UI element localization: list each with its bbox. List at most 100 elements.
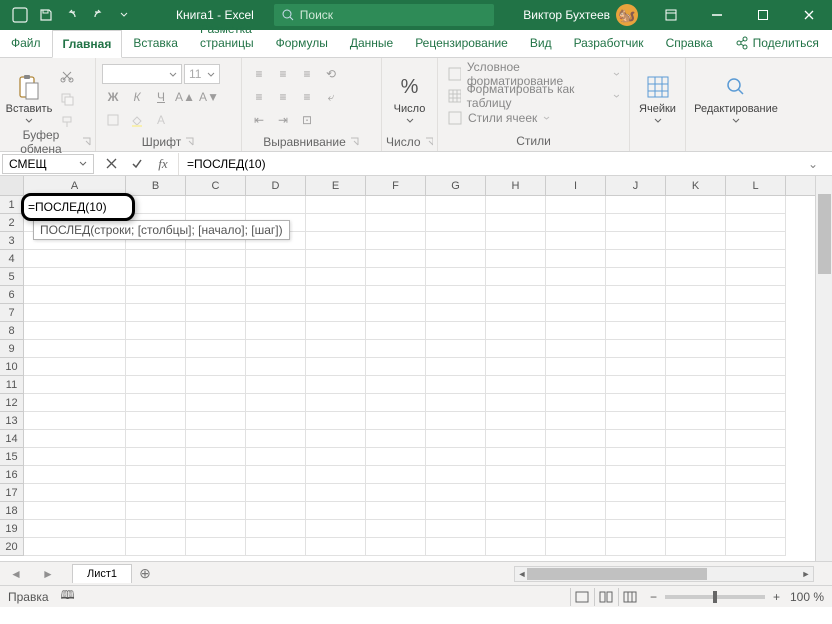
col-header[interactable]: B — [126, 176, 186, 195]
cell[interactable] — [366, 394, 426, 412]
font-size-select[interactable]: 11 — [184, 64, 220, 84]
cell[interactable] — [486, 322, 546, 340]
cell[interactable] — [486, 484, 546, 502]
cell[interactable] — [726, 502, 786, 520]
decrease-font-icon[interactable]: A▼ — [198, 87, 220, 107]
increase-font-icon[interactable]: A▲ — [174, 87, 196, 107]
cell[interactable] — [606, 394, 666, 412]
cell[interactable] — [366, 448, 426, 466]
cell[interactable] — [24, 520, 126, 538]
cell[interactable] — [306, 538, 366, 556]
tab-developer[interactable]: Разработчик — [563, 29, 655, 57]
row-header[interactable]: 15 — [0, 448, 23, 466]
normal-view-icon[interactable] — [570, 588, 594, 606]
cell[interactable] — [126, 394, 186, 412]
align-middle-icon[interactable]: ≡ — [272, 64, 294, 84]
cell[interactable] — [246, 484, 306, 502]
cell[interactable] — [666, 484, 726, 502]
cell[interactable] — [546, 502, 606, 520]
cell[interactable] — [366, 466, 426, 484]
cell[interactable] — [546, 484, 606, 502]
cell[interactable] — [246, 466, 306, 484]
cell[interactable] — [666, 448, 726, 466]
cell[interactable] — [246, 322, 306, 340]
cell[interactable] — [606, 340, 666, 358]
cell[interactable] — [726, 196, 786, 214]
cell[interactable] — [186, 412, 246, 430]
cell[interactable] — [426, 538, 486, 556]
font-name-select[interactable] — [102, 64, 182, 84]
cell[interactable] — [606, 322, 666, 340]
cell[interactable] — [426, 196, 486, 214]
col-header[interactable]: C — [186, 176, 246, 195]
cell[interactable] — [24, 484, 126, 502]
insert-function-button[interactable]: fx — [150, 153, 176, 175]
cell[interactable] — [366, 412, 426, 430]
cell[interactable] — [666, 376, 726, 394]
cell[interactable] — [186, 484, 246, 502]
active-cell[interactable]: =ПОСЛЕД(10) — [21, 193, 135, 221]
redo-icon[interactable] — [86, 3, 110, 27]
cell[interactable] — [606, 520, 666, 538]
cell[interactable] — [606, 538, 666, 556]
cell[interactable] — [426, 502, 486, 520]
cell[interactable] — [186, 268, 246, 286]
cell[interactable] — [606, 232, 666, 250]
page-break-view-icon[interactable] — [618, 588, 642, 606]
cell[interactable] — [366, 502, 426, 520]
scroll-right-icon[interactable]: ► — [799, 567, 813, 581]
cell[interactable] — [546, 304, 606, 322]
cell[interactable] — [186, 448, 246, 466]
row-header[interactable]: 4 — [0, 250, 23, 268]
number-format-button[interactable]: % Число — [386, 62, 433, 134]
cell[interactable] — [306, 412, 366, 430]
cell[interactable] — [666, 538, 726, 556]
cell[interactable] — [666, 520, 726, 538]
cell[interactable] — [546, 268, 606, 286]
cell[interactable] — [726, 430, 786, 448]
col-header[interactable]: J — [606, 176, 666, 195]
cell[interactable] — [486, 376, 546, 394]
cell[interactable] — [186, 430, 246, 448]
font-color-icon[interactable]: A — [150, 110, 172, 130]
cell[interactable] — [486, 394, 546, 412]
row-header[interactable]: 12 — [0, 394, 23, 412]
cell[interactable] — [186, 196, 246, 214]
cell[interactable] — [24, 286, 126, 304]
cell[interactable] — [666, 250, 726, 268]
cell[interactable] — [546, 214, 606, 232]
row-header[interactable]: 10 — [0, 358, 23, 376]
fill-color-icon[interactable] — [126, 110, 148, 130]
zoom-out-button[interactable]: − — [650, 590, 657, 604]
sheet-nav-next[interactable]: ► — [32, 567, 64, 581]
tab-review[interactable]: Рецензирование — [404, 29, 519, 57]
cell[interactable] — [546, 196, 606, 214]
cell[interactable] — [486, 340, 546, 358]
cell[interactable] — [186, 358, 246, 376]
cell[interactable] — [486, 448, 546, 466]
row-header[interactable]: 1 — [0, 196, 23, 214]
cell[interactable] — [24, 376, 126, 394]
cell[interactable] — [24, 394, 126, 412]
cell[interactable] — [546, 232, 606, 250]
cell[interactable] — [666, 214, 726, 232]
cell[interactable] — [546, 430, 606, 448]
cell[interactable] — [24, 358, 126, 376]
sheet-nav-prev[interactable]: ◄ — [0, 567, 32, 581]
formula-bar-input[interactable]: =ПОСЛЕД(10)⌄ — [179, 157, 832, 171]
cell[interactable] — [426, 484, 486, 502]
zoom-slider[interactable] — [665, 595, 765, 599]
dialog-launcher-icon[interactable] — [82, 137, 91, 147]
cell[interactable] — [366, 268, 426, 286]
borders-icon[interactable] — [102, 110, 124, 130]
cell[interactable] — [246, 268, 306, 286]
cell[interactable] — [186, 502, 246, 520]
cell[interactable] — [546, 358, 606, 376]
cell[interactable] — [426, 376, 486, 394]
cell[interactable] — [666, 466, 726, 484]
cell[interactable] — [186, 304, 246, 322]
cell[interactable] — [306, 250, 366, 268]
row-header[interactable]: 3 — [0, 232, 23, 250]
cell[interactable] — [426, 232, 486, 250]
cell[interactable] — [666, 340, 726, 358]
